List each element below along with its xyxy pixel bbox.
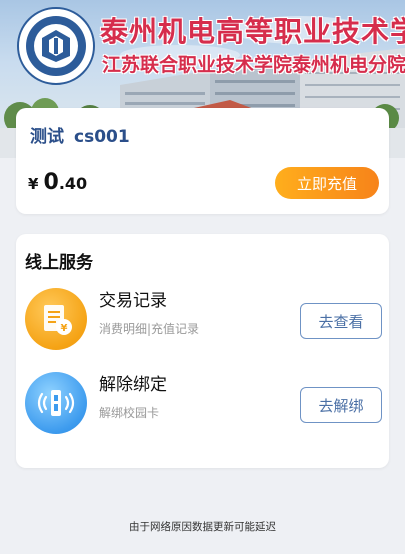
view-records-button[interactable]: 去查看 xyxy=(300,303,382,339)
svg-text:¥: ¥ xyxy=(61,323,68,334)
service-description: 解绑校园卡 xyxy=(99,406,160,420)
service-unbind-card: 解除绑定 解绑校园卡 去解绑 xyxy=(16,368,389,434)
service-title: 交易记录 xyxy=(99,291,167,311)
school-logo-icon xyxy=(17,7,95,85)
balance-decimal: .40 xyxy=(58,174,88,193)
balance-amount: ¥ 0.40 xyxy=(28,170,87,195)
service-transaction-records: ¥ 交易记录 消费明细|充值记录 去查看 xyxy=(16,284,389,350)
account-user-label: 测试 xyxy=(30,127,64,147)
balance-integer: 0 xyxy=(43,170,59,195)
account-card: 测试 cs001 ¥ 0.40 立即充值 xyxy=(16,108,389,214)
recharge-button[interactable]: 立即充值 xyxy=(275,167,379,199)
services-title: 线上服务 xyxy=(25,253,93,273)
unbind-button[interactable]: 去解绑 xyxy=(300,387,382,423)
receipt-icon: ¥ xyxy=(25,288,87,350)
account-user-id: cs001 xyxy=(74,127,130,147)
account-name: 测试 cs001 xyxy=(30,122,130,147)
online-services-card: 线上服务 ¥ 交易记录 消费明细|充值记录 去查看 解除绑定 解绑校园卡 去解绑 xyxy=(16,234,389,468)
card-unbind-icon xyxy=(25,372,87,434)
network-delay-note: 由于网络原因数据更新可能延迟 xyxy=(129,521,276,533)
service-title: 解除绑定 xyxy=(99,375,167,395)
currency-symbol: ¥ xyxy=(28,175,39,193)
school-name: 泰州机电高等职业技术学校 xyxy=(100,15,405,48)
service-description: 消费明细|充值记录 xyxy=(99,322,200,336)
school-subtitle: 江苏联合职业技术学院泰州机电分院 xyxy=(102,54,405,76)
